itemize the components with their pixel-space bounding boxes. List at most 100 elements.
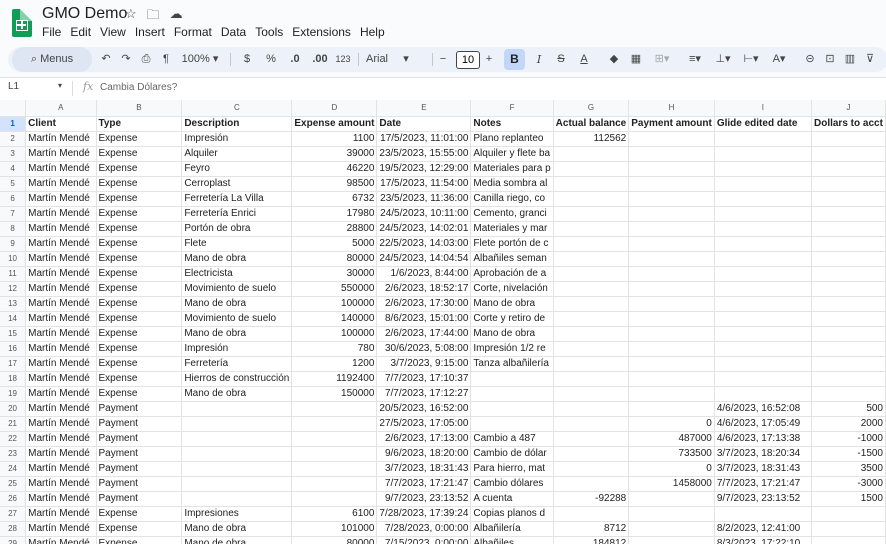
cell[interactable] — [628, 296, 715, 312]
cell[interactable]: Martín Mendé — [25, 521, 97, 537]
cell[interactable]: Mano de obra — [181, 521, 293, 537]
cell[interactable]: 8/3/2023, 17:22:10 — [714, 536, 812, 544]
cell[interactable]: Martín Mendé — [25, 461, 97, 477]
cell[interactable]: Expense — [96, 266, 183, 282]
cell[interactable]: -3000 — [811, 476, 886, 492]
cell[interactable]: Mano de obra — [181, 251, 293, 267]
cell[interactable]: Hierros de construcción — [181, 371, 293, 387]
row-number[interactable]: 10 — [0, 251, 27, 267]
cell[interactable] — [714, 281, 812, 297]
header-cell[interactable]: Notes — [470, 116, 554, 132]
cell[interactable] — [628, 146, 715, 162]
cell[interactable] — [628, 266, 715, 282]
cell[interactable]: 9/7/2023, 23:13:52 — [714, 491, 812, 507]
cell[interactable]: 98500 — [291, 176, 378, 192]
cell[interactable]: 7/28/2023, 0:00:00 — [376, 521, 472, 537]
cell[interactable]: Impresión 1/2 re — [470, 341, 554, 357]
row-number[interactable]: 7 — [0, 206, 27, 222]
cell[interactable]: 1100 — [291, 131, 378, 147]
cell[interactable]: Martín Mendé — [25, 371, 97, 387]
cell[interactable]: Martín Mendé — [25, 416, 97, 432]
cell[interactable]: Ferretería La Villa — [181, 191, 293, 207]
insert-link-icon[interactable]: ⊝ — [802, 47, 818, 72]
header-cell[interactable]: Expense amount — [291, 116, 378, 132]
cell[interactable] — [181, 401, 293, 417]
cell[interactable]: 4/6/2023, 17:05:49 — [714, 416, 812, 432]
cell[interactable] — [553, 266, 630, 282]
cell[interactable] — [553, 251, 630, 267]
zoom-select[interactable]: 100% ▾ — [180, 47, 220, 72]
cell[interactable]: 30/6/2023, 5:08:00 — [376, 341, 472, 357]
percent-button[interactable]: % — [264, 47, 278, 72]
cell[interactable]: 39000 — [291, 146, 378, 162]
cell[interactable]: 20/5/2023, 16:52:00 — [376, 401, 472, 417]
more-formats-button[interactable]: 123 — [334, 47, 352, 72]
decrease-font-size-icon[interactable]: − — [436, 47, 450, 72]
cell[interactable]: 22/5/2023, 14:03:00 — [376, 236, 472, 252]
cell[interactable]: 24/5/2023, 14:02:01 — [376, 221, 472, 237]
cell[interactable]: Impresión — [181, 131, 293, 147]
cell[interactable] — [811, 221, 886, 237]
cell[interactable]: 150000 — [291, 386, 378, 402]
cell[interactable] — [628, 281, 715, 297]
merge-cells-icon[interactable]: ⊞▾ — [650, 47, 674, 72]
cell[interactable]: Mano de obra — [181, 296, 293, 312]
cell[interactable]: 4/6/2023, 17:13:38 — [714, 431, 812, 447]
insert-comment-icon[interactable]: ⊡ — [822, 47, 838, 72]
cell[interactable] — [714, 251, 812, 267]
row-number[interactable]: 15 — [0, 326, 27, 342]
cell[interactable]: Martín Mendé — [25, 506, 97, 522]
cell[interactable] — [628, 311, 715, 327]
row-number[interactable]: 5 — [0, 176, 27, 192]
text-color-button[interactable]: A — [576, 47, 592, 72]
cell[interactable]: Martín Mendé — [25, 266, 97, 282]
horizontal-align-icon[interactable]: ≡▾ — [682, 47, 708, 72]
menu-format[interactable]: Format — [174, 25, 212, 39]
cell[interactable] — [470, 416, 554, 432]
cell[interactable]: Albañilería — [470, 521, 554, 537]
header-cell[interactable]: Actual balance — [553, 116, 630, 132]
cell[interactable]: 19/5/2023, 12:29:00 — [376, 161, 472, 177]
cell[interactable]: Albañiles seman — [470, 251, 554, 267]
strikethrough-button[interactable]: S — [554, 47, 568, 72]
cell[interactable]: Expense — [96, 176, 183, 192]
header-cell[interactable]: Dollars to acct — [811, 116, 886, 132]
cell[interactable]: Martín Mendé — [25, 401, 97, 417]
cell[interactable]: 112562 — [553, 131, 630, 147]
cell[interactable]: Expense — [96, 341, 183, 357]
cell[interactable] — [811, 326, 886, 342]
cell[interactable]: Materiales y mar — [470, 221, 554, 237]
cell[interactable] — [553, 326, 630, 342]
column-header-f[interactable]: F — [470, 100, 554, 117]
cell[interactable] — [553, 236, 630, 252]
cell[interactable] — [811, 506, 886, 522]
cell[interactable]: Mano de obra — [181, 326, 293, 342]
cell[interactable]: 550000 — [291, 281, 378, 297]
cell[interactable]: Expense — [96, 296, 183, 312]
cell[interactable]: -1500 — [811, 446, 886, 462]
search-menus-button[interactable]: ⌕ Menus — [12, 47, 92, 72]
column-header-b[interactable]: B — [96, 100, 183, 117]
cell[interactable] — [714, 161, 812, 177]
cell[interactable] — [811, 266, 886, 282]
cell[interactable] — [811, 251, 886, 267]
cell[interactable] — [291, 491, 378, 507]
cell[interactable] — [714, 176, 812, 192]
cell[interactable]: Impresiones — [181, 506, 293, 522]
cell[interactable]: 2/6/2023, 17:13:00 — [376, 431, 472, 447]
cell[interactable]: Impresión — [181, 341, 293, 357]
cell[interactable] — [291, 461, 378, 477]
cell[interactable]: Martín Mendé — [25, 536, 97, 544]
cell[interactable]: Corte, nivelación — [470, 281, 554, 297]
cell[interactable] — [811, 296, 886, 312]
menu-extensions[interactable]: Extensions — [292, 25, 351, 39]
cell[interactable]: Tanza albañilería — [470, 356, 554, 372]
italic-button[interactable]: I — [532, 47, 546, 72]
column-header-g[interactable]: G — [553, 100, 630, 117]
cell[interactable] — [553, 281, 630, 297]
cell[interactable]: 8712 — [553, 521, 630, 537]
row-number[interactable]: 4 — [0, 161, 27, 177]
row-number[interactable]: 22 — [0, 431, 27, 447]
cell[interactable]: Expense — [96, 236, 183, 252]
cell[interactable] — [811, 536, 886, 544]
